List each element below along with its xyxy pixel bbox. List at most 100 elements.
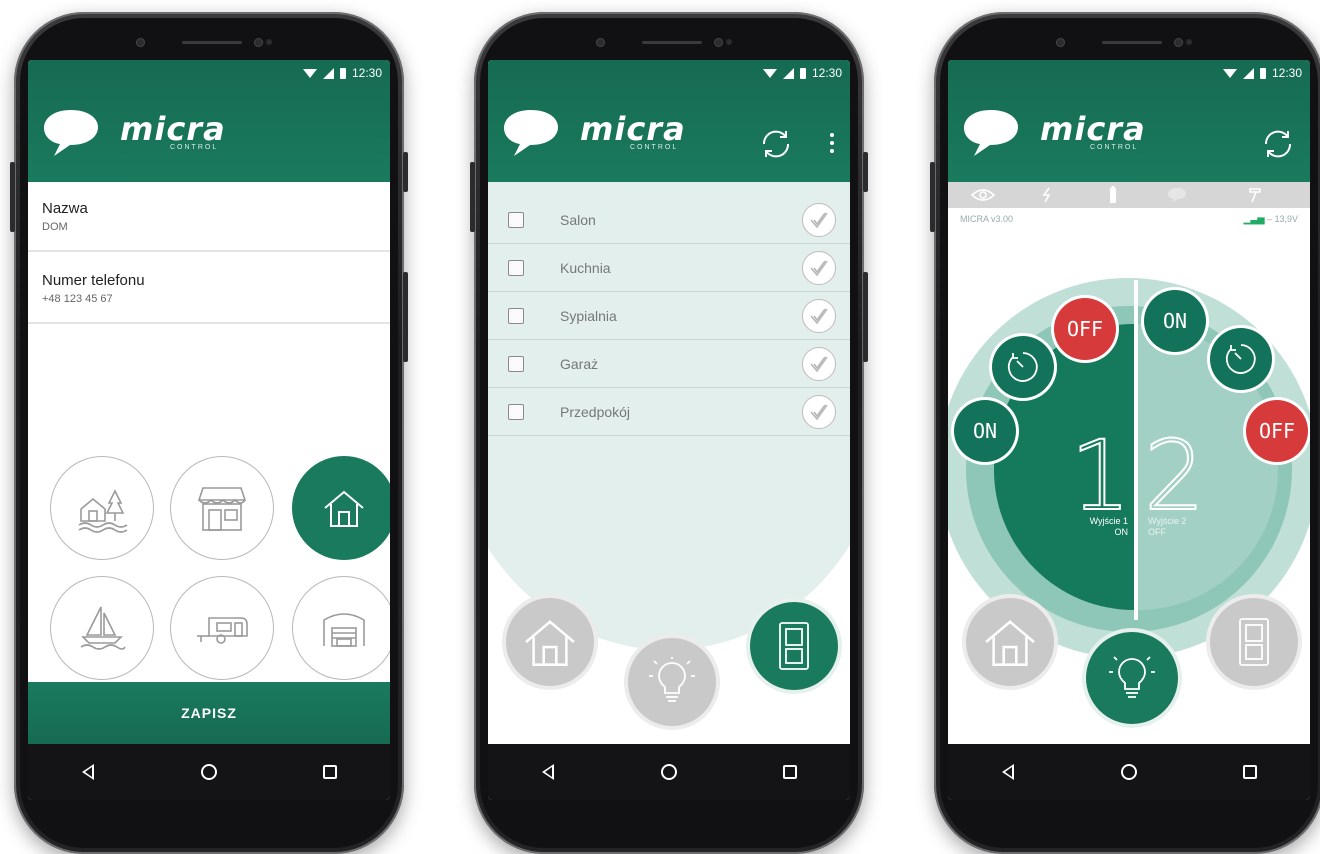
type-sailboat-button[interactable]: [50, 576, 154, 680]
room-checkbox[interactable]: [508, 211, 524, 228]
home-circle-icon: [660, 764, 677, 780]
wifi-icon: [762, 68, 777, 78]
check-icon: [810, 212, 828, 228]
device-version: MICRA v3.00: [960, 214, 1014, 224]
output-1-off-button[interactable]: OFF: [1054, 298, 1116, 360]
output-1-label: Wyjście 1 ON: [1068, 516, 1128, 538]
app-header: 12:30 micra CONTROL: [948, 60, 1310, 182]
nav-home-button[interactable]: [649, 752, 689, 792]
status-time: 12:30: [351, 66, 382, 80]
signal-icon: [782, 67, 794, 79]
wifi-icon: [302, 68, 317, 78]
room-checkbox[interactable]: [508, 259, 524, 276]
name-field[interactable]: Nazwa DOM: [28, 182, 390, 252]
back-icon: [542, 764, 555, 780]
house-nav-button[interactable]: [502, 594, 598, 690]
plug-icon[interactable]: [1040, 186, 1054, 204]
output-1-on-button[interactable]: ON: [954, 400, 1016, 462]
status-bar: 12:30: [302, 64, 382, 82]
room-name: Salon: [560, 211, 596, 228]
sync-icon[interactable]: [758, 126, 794, 162]
output-2-state: OFF: [1148, 527, 1166, 537]
output-2-timer-button[interactable]: [1210, 328, 1272, 390]
switch-nav-button[interactable]: [1206, 594, 1302, 690]
nav-recent-button[interactable]: [770, 752, 810, 792]
micra-logo: micra CONTROL: [40, 104, 280, 164]
screen-control: 12:30 micra CONTROL MICRA v3.00 ▁▃▅ – 13…: [948, 60, 1310, 800]
type-garage-button[interactable]: [292, 576, 390, 680]
output-1-timer-button[interactable]: [992, 336, 1054, 398]
nav-back-button[interactable]: [68, 752, 108, 792]
eye-icon[interactable]: [970, 186, 996, 204]
message-icon[interactable]: [1166, 186, 1188, 204]
app-header: 12:30 micra CONTROL: [488, 60, 850, 182]
voltage-value: 13,9V: [1274, 214, 1298, 224]
room-confirm-button[interactable]: [802, 394, 836, 429]
room-confirm-button[interactable]: [802, 298, 836, 333]
phone-rooms: 12:30 micra CONTROL Salon Kuchnia Sypial…: [470, 12, 868, 854]
house-nav-button[interactable]: [962, 594, 1058, 690]
nav-recent-button[interactable]: [1230, 752, 1270, 792]
cottage-icon: [78, 489, 128, 533]
room-checkbox[interactable]: [508, 403, 524, 420]
back-icon: [1002, 764, 1015, 780]
type-house-button[interactable]: [292, 456, 390, 560]
battery-tab-icon[interactable]: [1108, 186, 1118, 204]
check-icon: [810, 308, 828, 324]
room-row[interactable]: Salon: [488, 196, 850, 244]
output-1-name: Wyjście 1: [1089, 516, 1128, 526]
tab-strip: [948, 182, 1310, 208]
light-nav-button[interactable]: [624, 634, 720, 730]
type-shop-button[interactable]: [170, 456, 274, 560]
nav-back-button[interactable]: [528, 752, 568, 792]
battery-icon: [1259, 67, 1266, 79]
type-caravan-button[interactable]: [170, 576, 274, 680]
nav-back-button[interactable]: [988, 752, 1028, 792]
room-row[interactable]: Sypialnia: [488, 292, 850, 340]
more-menu-icon[interactable]: [828, 130, 836, 156]
room-confirm-button[interactable]: [802, 202, 836, 237]
check-icon: [810, 260, 828, 276]
output-2-on-button[interactable]: ON: [1144, 290, 1206, 352]
phone-settings: 12:30 micra CONTROL Nazwa DOM Numer tele…: [10, 12, 408, 854]
house-icon: [525, 620, 575, 666]
bulb-icon: [649, 657, 695, 702]
signal-icon: [1242, 67, 1254, 79]
room-confirm-button[interactable]: [802, 346, 836, 381]
hammer-icon[interactable]: [1246, 186, 1264, 204]
battery-icon: [799, 67, 806, 79]
output-2-name: Wyjście 2: [1148, 516, 1187, 526]
nav-home-button[interactable]: [189, 752, 229, 792]
speech-bubble-icon: [44, 110, 98, 156]
phone-number-field[interactable]: Numer telefonu +48 123 45 67: [28, 254, 390, 324]
switch-nav-button[interactable]: [746, 598, 842, 694]
status-time: 12:30: [1271, 66, 1302, 80]
home-circle-icon: [1120, 764, 1137, 780]
room-row[interactable]: Kuchnia: [488, 244, 850, 292]
nav-recent-button[interactable]: [310, 752, 350, 792]
signal-bars-icon: ▁▃▅: [1243, 214, 1265, 224]
android-navbar: [488, 744, 850, 800]
brand-name: micra: [120, 110, 226, 148]
sailboat-icon: [80, 606, 126, 650]
status-bar: 12:30: [1222, 64, 1302, 82]
recent-apps-icon: [782, 765, 797, 779]
output-2-label: Wyjście 2 OFF: [1148, 516, 1186, 538]
garage-icon: [323, 613, 365, 647]
output-2-off-button[interactable]: OFF: [1246, 400, 1308, 462]
nav-home-button[interactable]: [1109, 752, 1149, 792]
recent-apps-icon: [1242, 765, 1257, 779]
room-row[interactable]: Przedpokój: [488, 388, 850, 436]
room-row[interactable]: Garaż: [488, 340, 850, 388]
room-checkbox[interactable]: [508, 355, 524, 372]
phone-number-label: Numer telefonu: [42, 272, 145, 289]
type-cottage-button[interactable]: [50, 456, 154, 560]
screen-rooms: 12:30 micra CONTROL Salon Kuchnia Sypial…: [488, 60, 850, 800]
light-nav-button[interactable]: [1082, 628, 1182, 728]
speech-bubble-icon: [504, 110, 558, 156]
sync-icon[interactable]: [1260, 126, 1296, 162]
save-button[interactable]: ZAPISZ: [28, 682, 390, 744]
room-confirm-button[interactable]: [802, 250, 836, 285]
room-checkbox[interactable]: [508, 307, 524, 324]
room-name: Sypialnia: [560, 307, 617, 324]
